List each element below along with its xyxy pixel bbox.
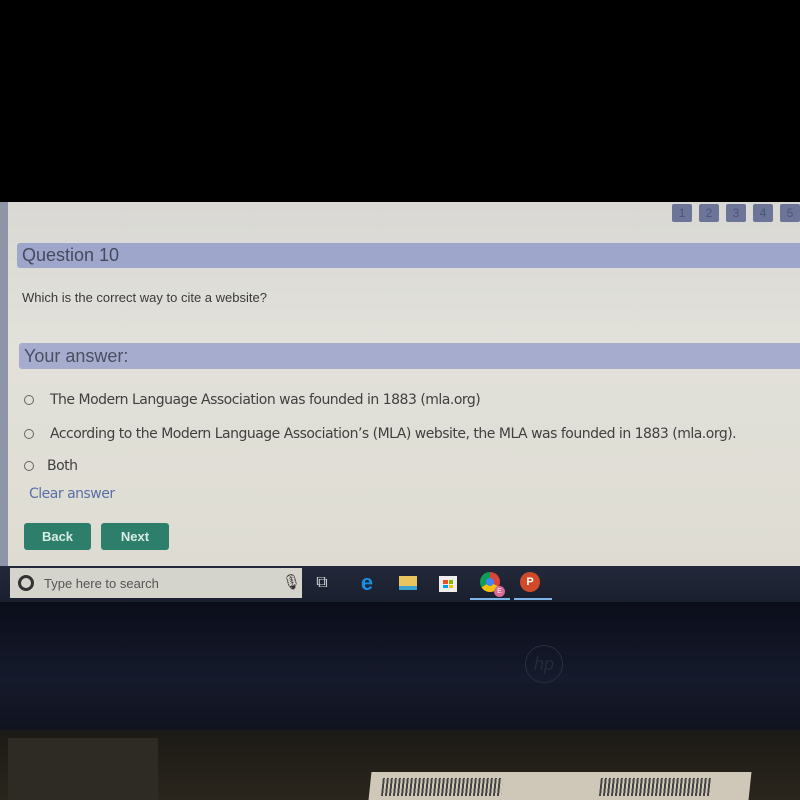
edge-browser-icon[interactable]: e bbox=[356, 572, 378, 594]
chrome-active-indicator bbox=[470, 598, 510, 600]
microphone-icon[interactable]: 🎙 bbox=[282, 573, 301, 591]
page-button-2[interactable]: 2 bbox=[699, 204, 719, 222]
barcode-sticker bbox=[368, 772, 752, 800]
file-explorer-icon[interactable] bbox=[397, 572, 419, 594]
radio-button[interactable] bbox=[24, 429, 34, 439]
answer-option-3[interactable]: Both bbox=[24, 458, 78, 474]
quiz-page: 1 2 3 4 5 Question 10 Which is the corre… bbox=[0, 202, 800, 566]
answer-option-1[interactable]: The Modern Language Association was foun… bbox=[24, 392, 481, 408]
powerpoint-icon[interactable]: P bbox=[520, 572, 542, 594]
task-view-icon[interactable]: ⧉ bbox=[311, 572, 333, 594]
page-button-4[interactable]: 4 bbox=[753, 204, 773, 222]
cortana-icon[interactable] bbox=[18, 575, 34, 591]
page-button-1[interactable]: 1 bbox=[672, 204, 692, 222]
hp-logo-icon: hp bbox=[525, 645, 563, 683]
microsoft-store-icon[interactable] bbox=[437, 572, 459, 594]
left-border-strip bbox=[0, 202, 8, 566]
page-button-5[interactable]: 5 bbox=[780, 204, 800, 222]
radio-button[interactable] bbox=[24, 461, 34, 471]
taskbar-search-box[interactable]: Type here to search 🎙 bbox=[10, 568, 302, 598]
powerpoint-active-indicator bbox=[514, 598, 552, 600]
clear-answer-link[interactable]: Clear answer bbox=[29, 486, 115, 502]
option-label: Both bbox=[47, 458, 78, 474]
photo-dark-background bbox=[0, 0, 800, 202]
option-label: According to the Modern Language Associa… bbox=[50, 426, 737, 442]
answer-header: Your answer: bbox=[19, 343, 800, 369]
answer-header-label: Your answer: bbox=[24, 346, 129, 366]
powerpoint-letter: P bbox=[520, 572, 540, 592]
back-button[interactable]: Back bbox=[24, 523, 91, 550]
answer-option-2[interactable]: According to the Modern Language Associa… bbox=[24, 426, 737, 442]
question-header: Question 10 bbox=[17, 243, 800, 268]
radio-button[interactable] bbox=[24, 395, 34, 405]
page-button-3[interactable]: 3 bbox=[726, 204, 746, 222]
laptop-hinge bbox=[8, 738, 158, 800]
barcode-icon bbox=[598, 778, 711, 796]
chrome-profile-badge: E bbox=[494, 586, 505, 597]
next-button[interactable]: Next bbox=[101, 523, 169, 550]
chrome-browser-icon[interactable]: E bbox=[480, 572, 505, 597]
question-title: Question 10 bbox=[22, 245, 120, 265]
laptop-bezel bbox=[0, 602, 800, 730]
windows-taskbar: Type here to search 🎙 ⧉ e E P bbox=[0, 566, 800, 602]
barcode-icon bbox=[380, 778, 503, 796]
question-pager: 1 2 3 4 5 bbox=[672, 204, 800, 222]
option-label: The Modern Language Association was foun… bbox=[50, 392, 481, 408]
search-placeholder: Type here to search bbox=[44, 576, 159, 591]
question-text: Which is the correct way to cite a websi… bbox=[22, 290, 267, 305]
